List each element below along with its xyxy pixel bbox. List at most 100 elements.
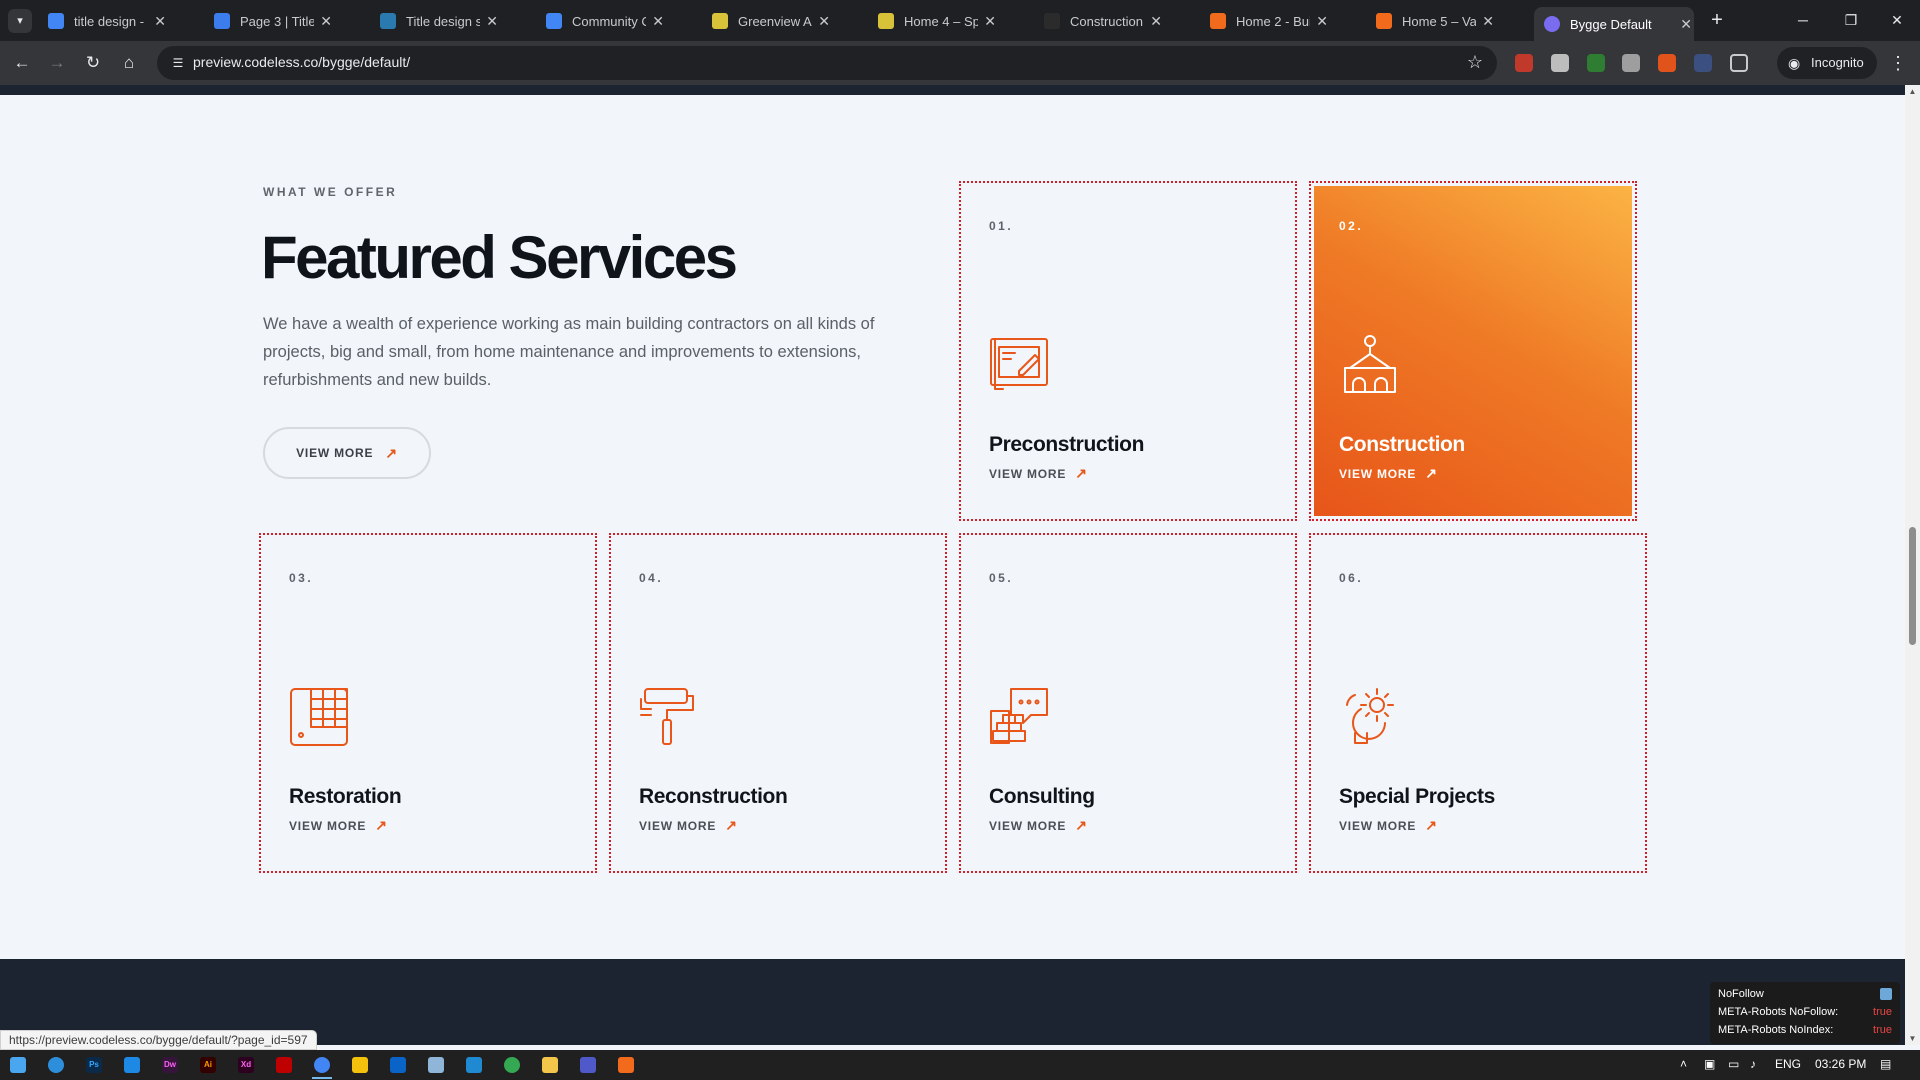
seo-row-noindex: META-Robots NoIndex: true [1718,1024,1892,1036]
edge-icon[interactable] [48,1057,64,1073]
windows-start-icon[interactable] [10,1057,26,1073]
service-card-reconstruction[interactable]: 04. Reconstruction VIEW MORE ↗ [609,533,947,873]
view-more-label: VIEW MORE [989,466,1067,481]
tab-search-button[interactable]: ▾ [8,9,32,33]
language-indicator[interactable]: ENG [1775,1057,1801,1071]
photoshop-icon[interactable]: Ps [86,1057,102,1073]
restore-button[interactable]: ❐ [1828,8,1874,32]
close-window-button[interactable]: ✕ [1874,8,1920,32]
extension-orange-icon[interactable] [1658,54,1676,72]
close-tab-icon[interactable]: ✕ [818,13,830,30]
sticky-notes-icon[interactable] [352,1057,368,1073]
view-more-button[interactable]: VIEW MORE ↗ [263,427,431,479]
home-button[interactable]: ⌂ [117,51,141,75]
service-card-consulting[interactable]: 05. Consulting VIEW MORE ↗ [959,533,1297,873]
service-view-more-link[interactable]: VIEW MORE ↗ [1339,817,1438,834]
service-number: 02. [1339,219,1364,233]
seo-row-value: true [1873,1006,1892,1018]
service-card-construction[interactable]: 02. Construction VIEW MORE ↗ [1309,181,1637,521]
chrome-icon[interactable] [314,1057,330,1073]
close-tab-icon[interactable]: ✕ [1150,13,1162,30]
arrow-up-right-icon: ↗ [1075,465,1088,481]
close-tab-icon[interactable]: ✕ [154,13,166,30]
tab-9[interactable]: Home 5 – Vastcon ✕ [1366,7,1494,35]
incognito-badge[interactable]: ◉ Incognito [1777,47,1877,79]
page-scrollbar[interactable]: ▲ ▼ [1905,85,1920,1045]
service-card-restoration[interactable]: 03. Restoration VIEW MORE ↗ [259,533,597,873]
tab-6[interactable]: Home 4 – Spaciaz ✕ [868,7,996,35]
service-view-more-link[interactable]: VIEW MORE ↗ [639,817,738,834]
extension-red-icon[interactable] [1515,54,1533,72]
tray-overflow-icon[interactable]: ˄ [1680,1057,1687,1071]
dreamweaver-icon[interactable]: Dw [162,1057,178,1073]
seo-row-label: META-Robots NoIndex: [1718,1024,1834,1036]
tab-7[interactable]: Construction Hon ✕ [1034,7,1162,35]
bookmark-star-icon[interactable]: ☆ [1467,52,1483,73]
extension-green-icon[interactable] [1587,54,1605,72]
network-icon[interactable]: ▭ [1728,1057,1739,1071]
reload-button[interactable]: ↻ [81,51,105,75]
service-view-more-link[interactable]: VIEW MORE ↗ [289,817,388,834]
layers-favicon-icon [878,13,894,29]
close-tab-icon[interactable]: ✕ [652,13,664,30]
notepad-icon[interactable] [428,1057,444,1073]
extensions-puzzle-icon[interactable] [1730,54,1748,72]
new-tab-button[interactable]: + [1705,9,1729,33]
clock[interactable]: 03:26 PM [1815,1057,1866,1071]
todo-icon[interactable] [124,1057,140,1073]
service-card-special-projects[interactable]: 06. Special Projects VIEW MORE ↗ [1309,533,1647,873]
seo-panel-toggle[interactable] [1880,988,1892,1000]
minimize-button[interactable]: ─ [1780,8,1826,32]
service-view-more-link[interactable]: VIEW MORE ↗ [1339,465,1438,482]
xd-icon[interactable]: Xd [238,1057,254,1073]
tab-title: title design - Goo [74,13,148,29]
notifications-icon[interactable]: ▤ [1880,1057,1891,1071]
tab-8[interactable]: Home 2 - Building ✕ [1200,7,1328,35]
google-favicon-icon [546,13,562,29]
service-view-more-link[interactable]: VIEW MORE ↗ [989,465,1088,482]
filezilla-icon[interactable] [276,1057,292,1073]
extension-camera-icon[interactable] [1622,54,1640,72]
volume-icon[interactable]: ♪ [1750,1057,1756,1071]
tray-display-icon[interactable]: ▣ [1704,1057,1715,1071]
close-tab-icon[interactable]: ✕ [1678,16,1694,33]
extension-blue-icon[interactable] [1694,54,1712,72]
chrome-alt-icon[interactable] [504,1057,520,1073]
tab-5[interactable]: Greenview Apartn ✕ [702,7,830,35]
close-tab-icon[interactable]: ✕ [1482,13,1494,30]
service-view-more-link[interactable]: VIEW MORE ↗ [989,817,1088,834]
xampp-icon[interactable] [618,1057,634,1073]
tab-2[interactable]: Page 3 | Title Desi ✕ [204,7,332,35]
tab-4[interactable]: Community Cent ✕ [536,7,664,35]
teams-icon[interactable] [580,1057,596,1073]
crane-hook-icon [1344,335,1396,393]
scroll-up-icon[interactable]: ▲ [1908,87,1917,96]
scroll-down-icon[interactable]: ▼ [1908,1034,1917,1043]
tab-3[interactable]: Title design set si ✕ [370,7,498,35]
back-button[interactable]: ← [10,51,34,75]
wall-grid-icon [290,688,348,746]
close-tab-icon[interactable]: ✕ [486,13,498,30]
file-explorer-icon[interactable] [542,1057,558,1073]
address-bar[interactable]: ☰ preview.codeless.co/bygge/default/ ☆ [157,46,1497,80]
site-info-icon[interactable]: ☰ [169,54,187,72]
url-text[interactable]: preview.codeless.co/bygge/default/ [193,54,410,70]
scrollbar-thumb[interactable] [1909,527,1916,645]
vscode-icon[interactable] [466,1057,482,1073]
link-status-url: https://preview.codeless.co/bygge/defaul… [0,1030,317,1050]
forward-button[interactable]: → [45,51,69,75]
tab-1[interactable]: title design - Goo ✕ [38,7,166,35]
close-tab-icon[interactable]: ✕ [984,13,996,30]
seo-panel-header: NoFollow [1718,988,1764,1000]
outlook-icon[interactable] [390,1057,406,1073]
close-tab-icon[interactable]: ✕ [320,13,332,30]
close-tab-icon[interactable]: ✕ [1316,13,1328,30]
view-more-label: VIEW MORE [289,818,367,833]
tab-active[interactable]: Bygge Default ✕ [1534,7,1694,41]
illustrator-icon[interactable]: Ai [200,1057,216,1073]
browser-menu-button[interactable]: ⋮ [1888,51,1908,75]
service-card-preconstruction[interactable]: 01. Preconstruction VIEW MORE ↗ [959,181,1297,521]
tab-title: Home 4 – Spaciaz [904,13,979,29]
gear-bulb-icon [1346,688,1394,744]
extension-printer-icon[interactable] [1551,54,1569,72]
